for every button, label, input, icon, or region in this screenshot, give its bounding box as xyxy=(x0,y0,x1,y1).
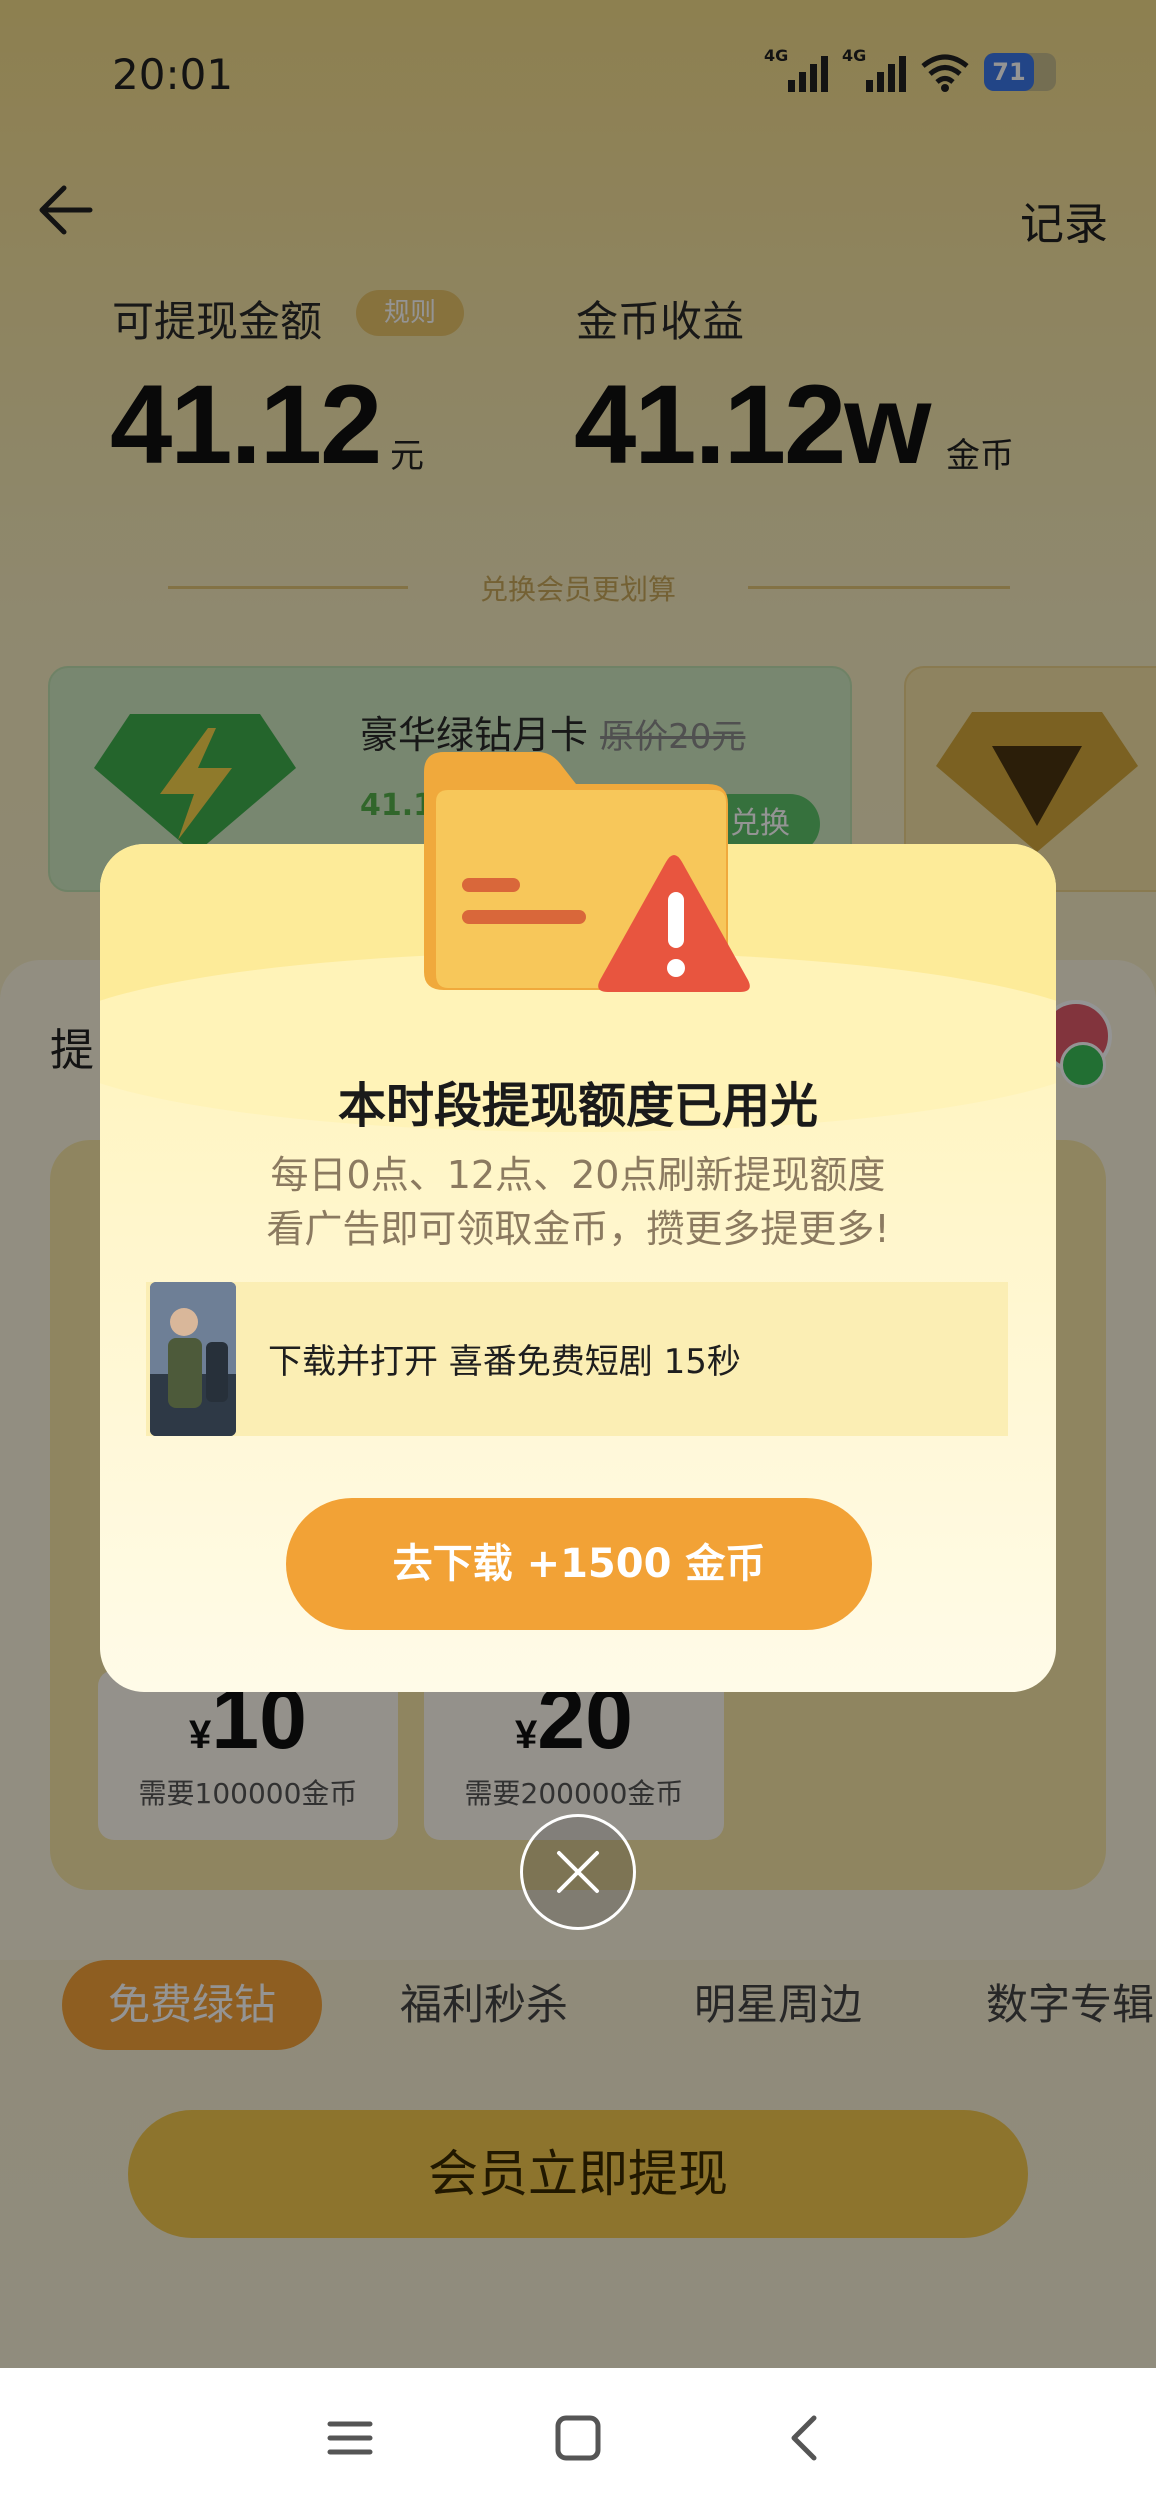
home-square-icon[interactable] xyxy=(548,2408,608,2468)
folder-warning-icon xyxy=(424,752,750,992)
dialog-line-2: 看广告即可领取金币，攒更多提更多! xyxy=(266,1207,890,1251)
download-button[interactable]: 去下载 +1500 金币 xyxy=(286,1498,872,1630)
task-row[interactable]: 下载并打开 喜番免费短剧 15秒 xyxy=(146,1282,1008,1436)
person-icon xyxy=(150,1282,236,1436)
dialog-title: 本时段提现额度已用光 xyxy=(337,1078,818,1134)
close-dialog-button[interactable] xyxy=(520,1814,636,1930)
system-navigation-bar xyxy=(0,2368,1156,2510)
back-chevron-icon[interactable] xyxy=(776,2408,836,2468)
dialog-line-1: 每日0点、12点、20点刷新提现额度 xyxy=(270,1153,886,1197)
close-icon xyxy=(557,1851,599,1893)
ad-thumbnail xyxy=(150,1282,236,1436)
menu-icon[interactable] xyxy=(320,2408,380,2468)
task-description: 下载并打开 喜番免费短剧 15秒 xyxy=(268,1342,741,1382)
